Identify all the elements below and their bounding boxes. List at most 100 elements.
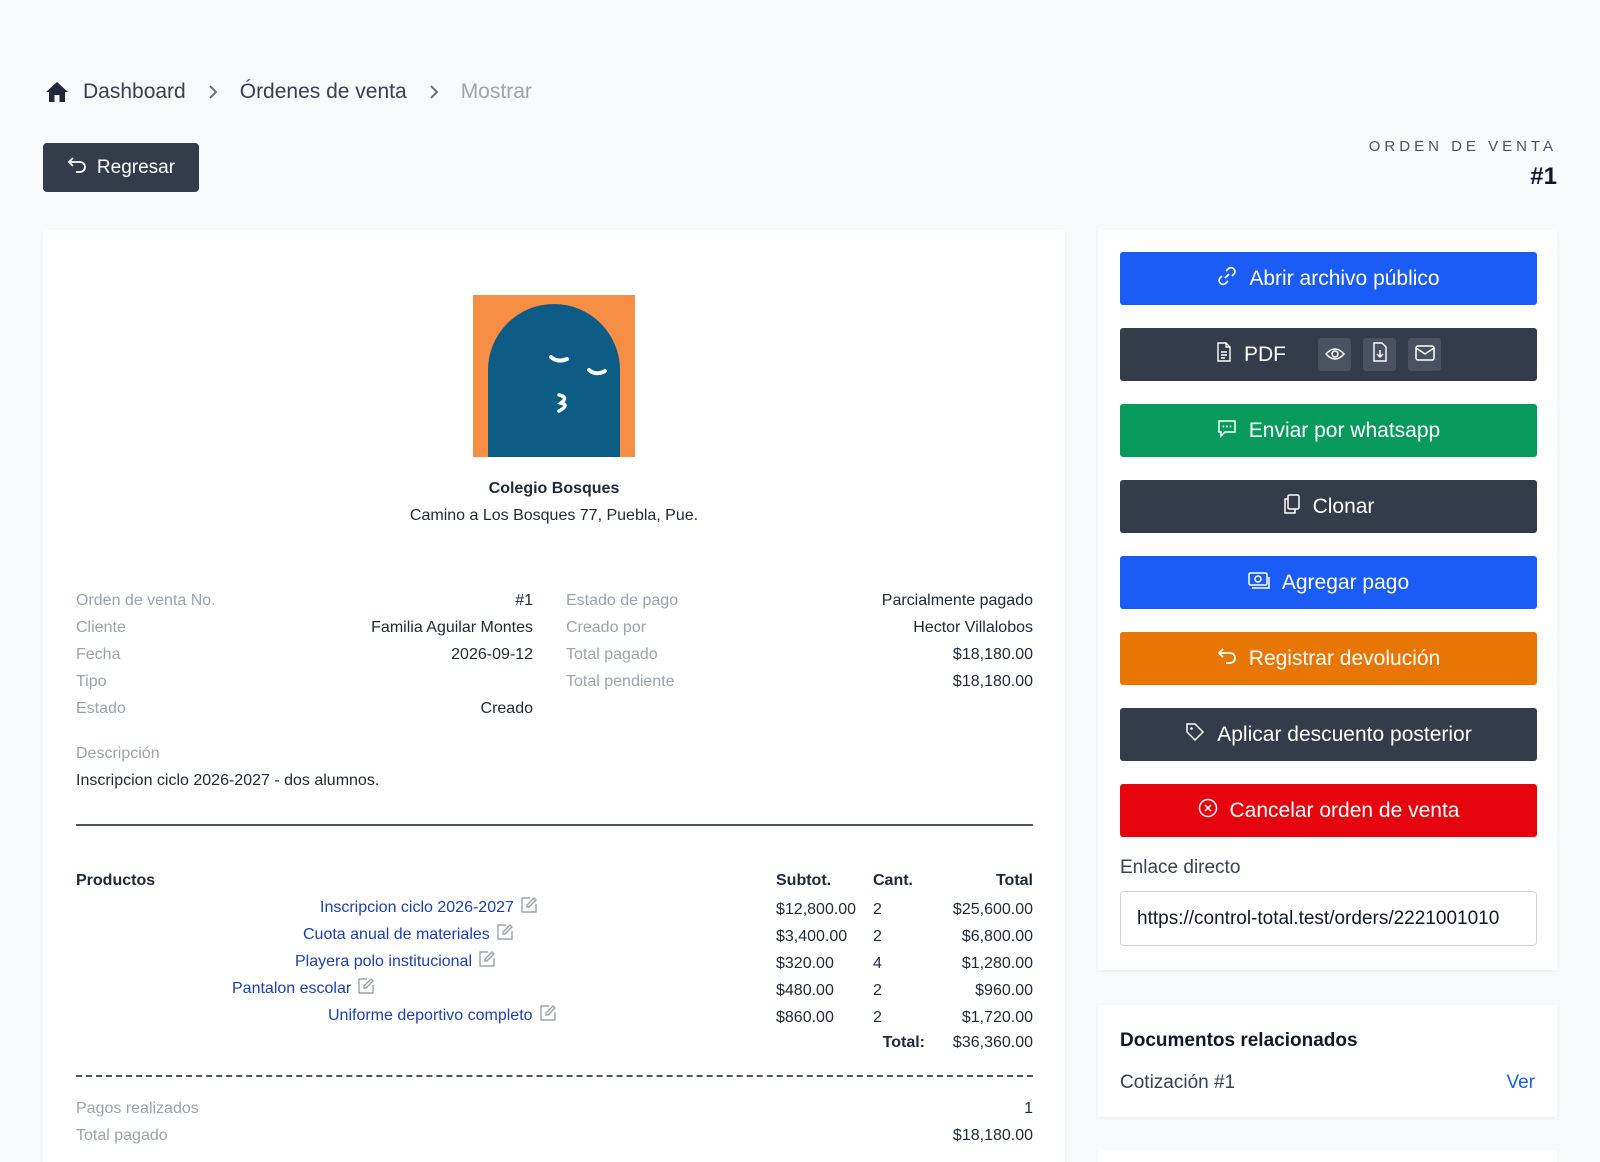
product-link[interactable]: Pantalon escolar [232,977,375,1000]
edit-icon[interactable] [496,923,514,946]
order-document: Colegio Bosques Camino a Los Bosques 77,… [43,230,1065,1162]
table-row: Inscripcion ciclo 2026-2027 $12,800.00 2… [76,896,1033,923]
cancel-order-label: Cancelar orden de venta [1229,798,1460,822]
add-payment-label: Agregar pago [1281,570,1410,594]
info-row: Creado por Hector Villalobos [566,619,1033,646]
product-link[interactable]: Cuota anual de materiales [303,923,514,946]
cell-total: $960.00 [975,981,1033,999]
payment-row: Total pagado $18,180.00 [76,1127,1033,1154]
cell-qty: 2 [873,981,882,999]
description-label: Descripción [76,745,160,762]
info-key: Tipo [76,673,107,690]
info-value: #1 [515,592,533,609]
link-icon [1217,266,1237,292]
tag-icon [1185,722,1205,748]
order-header: ORDEN DE VENTA #1 [1369,138,1557,191]
cell-subtotal: $320.00 [776,954,834,972]
divider [76,824,1033,826]
payments-summary: Pagos realizados 1 Total pagado $18,180.00 [76,1100,1033,1154]
cell-total: $25,600.00 [952,900,1033,918]
product-name: Playera polo institucional [295,952,472,970]
undo-icon [67,156,87,180]
product-name: Pantalon escolar [232,979,352,997]
cell-total: $6,800.00 [961,927,1033,945]
money-icon [1248,571,1270,595]
cancel-order-button[interactable]: Cancelar orden de venta [1120,784,1537,837]
column-header: Subtot. [776,872,832,889]
info-value: $18,180.00 [952,646,1033,663]
refund-button[interactable]: Registrar devolución [1120,632,1537,685]
products-header: Productos Subtot. Cant. Total [76,866,1033,896]
info-key: Creado por [566,619,647,636]
undo-icon [1217,647,1237,671]
related-documents-title: Documentos relacionados [1120,1030,1358,1051]
edit-icon[interactable] [539,1004,557,1027]
company-logo [473,295,635,457]
whatsapp-button[interactable]: Enviar por whatsapp [1120,404,1537,457]
actions-panel: Abrir archivo público PDF Enviar por wha… [1098,230,1557,970]
file-icon [1216,341,1232,368]
product-link[interactable]: Uniforme deportivo completo [328,1004,557,1027]
related-document-view-link[interactable]: Ver [1506,1072,1535,1094]
info-row: Estado Creado [76,700,533,727]
cell-qty: 2 [873,1008,882,1026]
info-row: Estado de pago Parcialmente pagado [566,592,1033,619]
pdf-email-button[interactable] [1408,338,1441,371]
clone-label: Clonar [1312,494,1375,518]
info-row: Orden de venta No. #1 [76,592,533,619]
pdf-download-button[interactable] [1363,338,1396,371]
table-row: Playera polo institucional $320.00 4 $1,… [76,950,1033,977]
breadcrumb-orders[interactable]: Órdenes de venta [240,80,407,104]
product-link[interactable]: Playera polo institucional [295,950,496,973]
order-number: #1 [1530,163,1557,190]
info-key: Total pagado [566,646,658,663]
info-key: Total pendiente [566,673,675,690]
whatsapp-label: Enviar por whatsapp [1248,418,1441,442]
table-row: Cuota anual de materiales $3,400.00 2 $6… [76,923,1033,950]
info-key: Estado de pago [566,592,679,609]
product-link[interactable]: Inscripcion ciclo 2026-2027 [320,896,538,919]
related-document-item: Cotización #1 [1120,1072,1236,1093]
info-right: Estado de pago Parcialmente pagado Creado… [566,592,1033,700]
pdf-button-group: PDF [1120,328,1537,381]
direct-link-input[interactable] [1120,891,1537,946]
info-value: Creado [480,700,533,717]
payment-value: $18,180.00 [952,1127,1033,1144]
edit-icon[interactable] [520,896,538,919]
cell-qty: 4 [873,954,882,972]
edit-icon[interactable] [478,950,496,973]
company-address: Camino a Los Bosques 77, Puebla, Pue. [409,507,699,524]
home-icon[interactable] [45,81,69,103]
column-header: Total [995,872,1033,889]
order-label: ORDEN DE VENTA [1368,138,1557,155]
pdf-view-button[interactable] [1318,338,1351,371]
discount-button[interactable]: Aplicar descuento posterior [1120,708,1537,761]
x-circle-icon [1198,798,1218,824]
eye-icon [1324,343,1345,367]
info-row: Cliente Familia Aguilar Montes [76,619,533,646]
cell-subtotal: $480.00 [776,981,834,999]
table-row: Pantalon escolar $480.00 2 $960.00 [76,977,1033,1004]
info-value: Familia Aguilar Montes [371,619,533,636]
info-value: 2026-09-12 [451,646,533,663]
clone-button[interactable]: Clonar [1120,480,1537,533]
column-header: Cant. [873,872,913,889]
discount-label: Aplicar descuento posterior [1217,722,1472,746]
product-name: Inscripcion ciclo 2026-2027 [320,898,514,916]
info-value: $18,180.00 [952,673,1033,690]
breadcrumb-dashboard[interactable]: Dashboard [83,80,186,104]
total-label: Total: [882,1034,925,1051]
add-payment-button[interactable]: Agregar pago [1120,556,1537,609]
back-button[interactable]: Regresar [43,143,199,192]
chevron-right-icon [208,84,218,100]
payment-value: 1 [1024,1100,1033,1117]
open-public-button[interactable]: Abrir archivo público [1120,252,1537,305]
total-value: $36,360.00 [952,1034,1033,1051]
products-total-row: Total: $36,360.00 [76,1031,1033,1055]
product-name: Uniforme deportivo completo [328,1006,533,1024]
payment-row: Pagos realizados 1 [76,1100,1033,1127]
info-left: Orden de venta No. #1 Cliente Familia Agui… [76,592,533,727]
edit-icon[interactable] [357,977,375,1000]
info-key: Estado [76,700,126,717]
breadcrumb-current: Mostrar [460,80,532,103]
